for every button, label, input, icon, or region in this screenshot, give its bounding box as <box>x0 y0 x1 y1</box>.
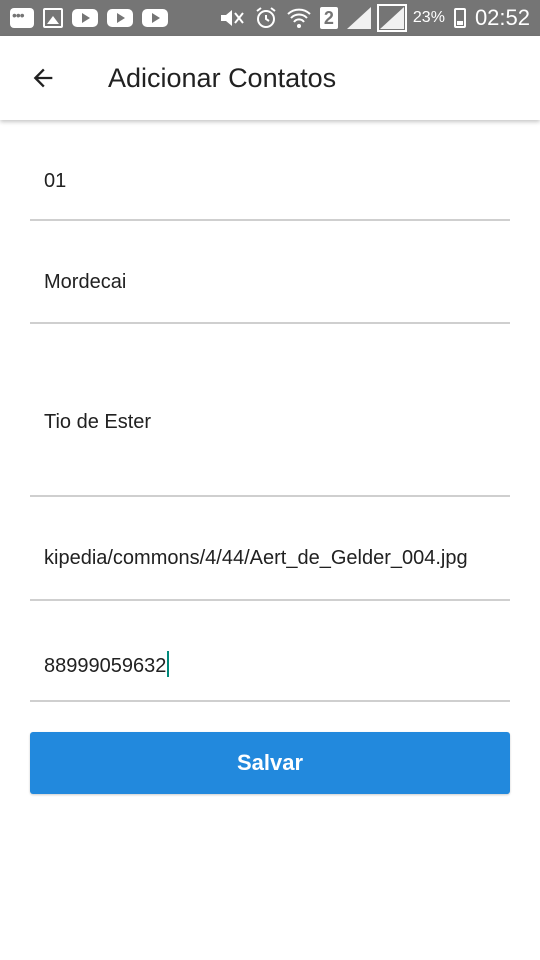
image-icon <box>43 6 63 30</box>
image-url-field[interactable]: kipedia/commons/4/44/Aert_de_Gelder_004.… <box>30 497 510 601</box>
signal-icon <box>376 4 407 32</box>
clock: 02:52 <box>474 5 530 30</box>
sim-2-icon: 2 <box>319 7 338 29</box>
name-field[interactable]: Mordecai <box>30 221 510 324</box>
back-button[interactable] <box>0 36 86 120</box>
save-button[interactable]: Salvar <box>30 732 510 794</box>
description-field[interactable]: Tio de Ester <box>30 324 510 497</box>
status-bar: 2 23% 02:52 <box>0 0 540 36</box>
phone-field-value: 88999059632 <box>44 655 167 677</box>
id-field-value: 01 <box>44 170 67 192</box>
name-field-value: Mordecai <box>44 271 127 293</box>
arrow-left-icon <box>33 68 53 88</box>
image-url-field-value: kipedia/commons/4/44/Aert_de_Gelder_004.… <box>44 547 468 569</box>
text-cursor <box>167 651 170 677</box>
signal-icon <box>346 7 371 29</box>
wifi-icon <box>287 6 311 30</box>
status-notifications <box>10 6 168 30</box>
battery-percent: 23% <box>412 9 445 26</box>
id-field[interactable]: 01 <box>30 120 510 221</box>
chat-icon <box>10 6 34 30</box>
phone-field[interactable]: 88999059632 <box>30 601 510 702</box>
status-system: 2 23% 02:52 <box>219 4 530 32</box>
app-bar: Adicionar Contatos <box>0 36 540 120</box>
mute-icon <box>219 6 245 30</box>
alarm-icon <box>254 6 278 30</box>
youtube-icon <box>107 6 133 30</box>
page-title: Adicionar Contatos <box>108 62 337 93</box>
contact-form: 01 Mordecai Tio de Ester kipedia/commons… <box>30 120 510 702</box>
description-field-value: Tio de Ester <box>44 411 152 433</box>
youtube-icon <box>72 6 98 30</box>
battery-charging-icon <box>453 8 466 28</box>
youtube-icon <box>142 6 168 30</box>
